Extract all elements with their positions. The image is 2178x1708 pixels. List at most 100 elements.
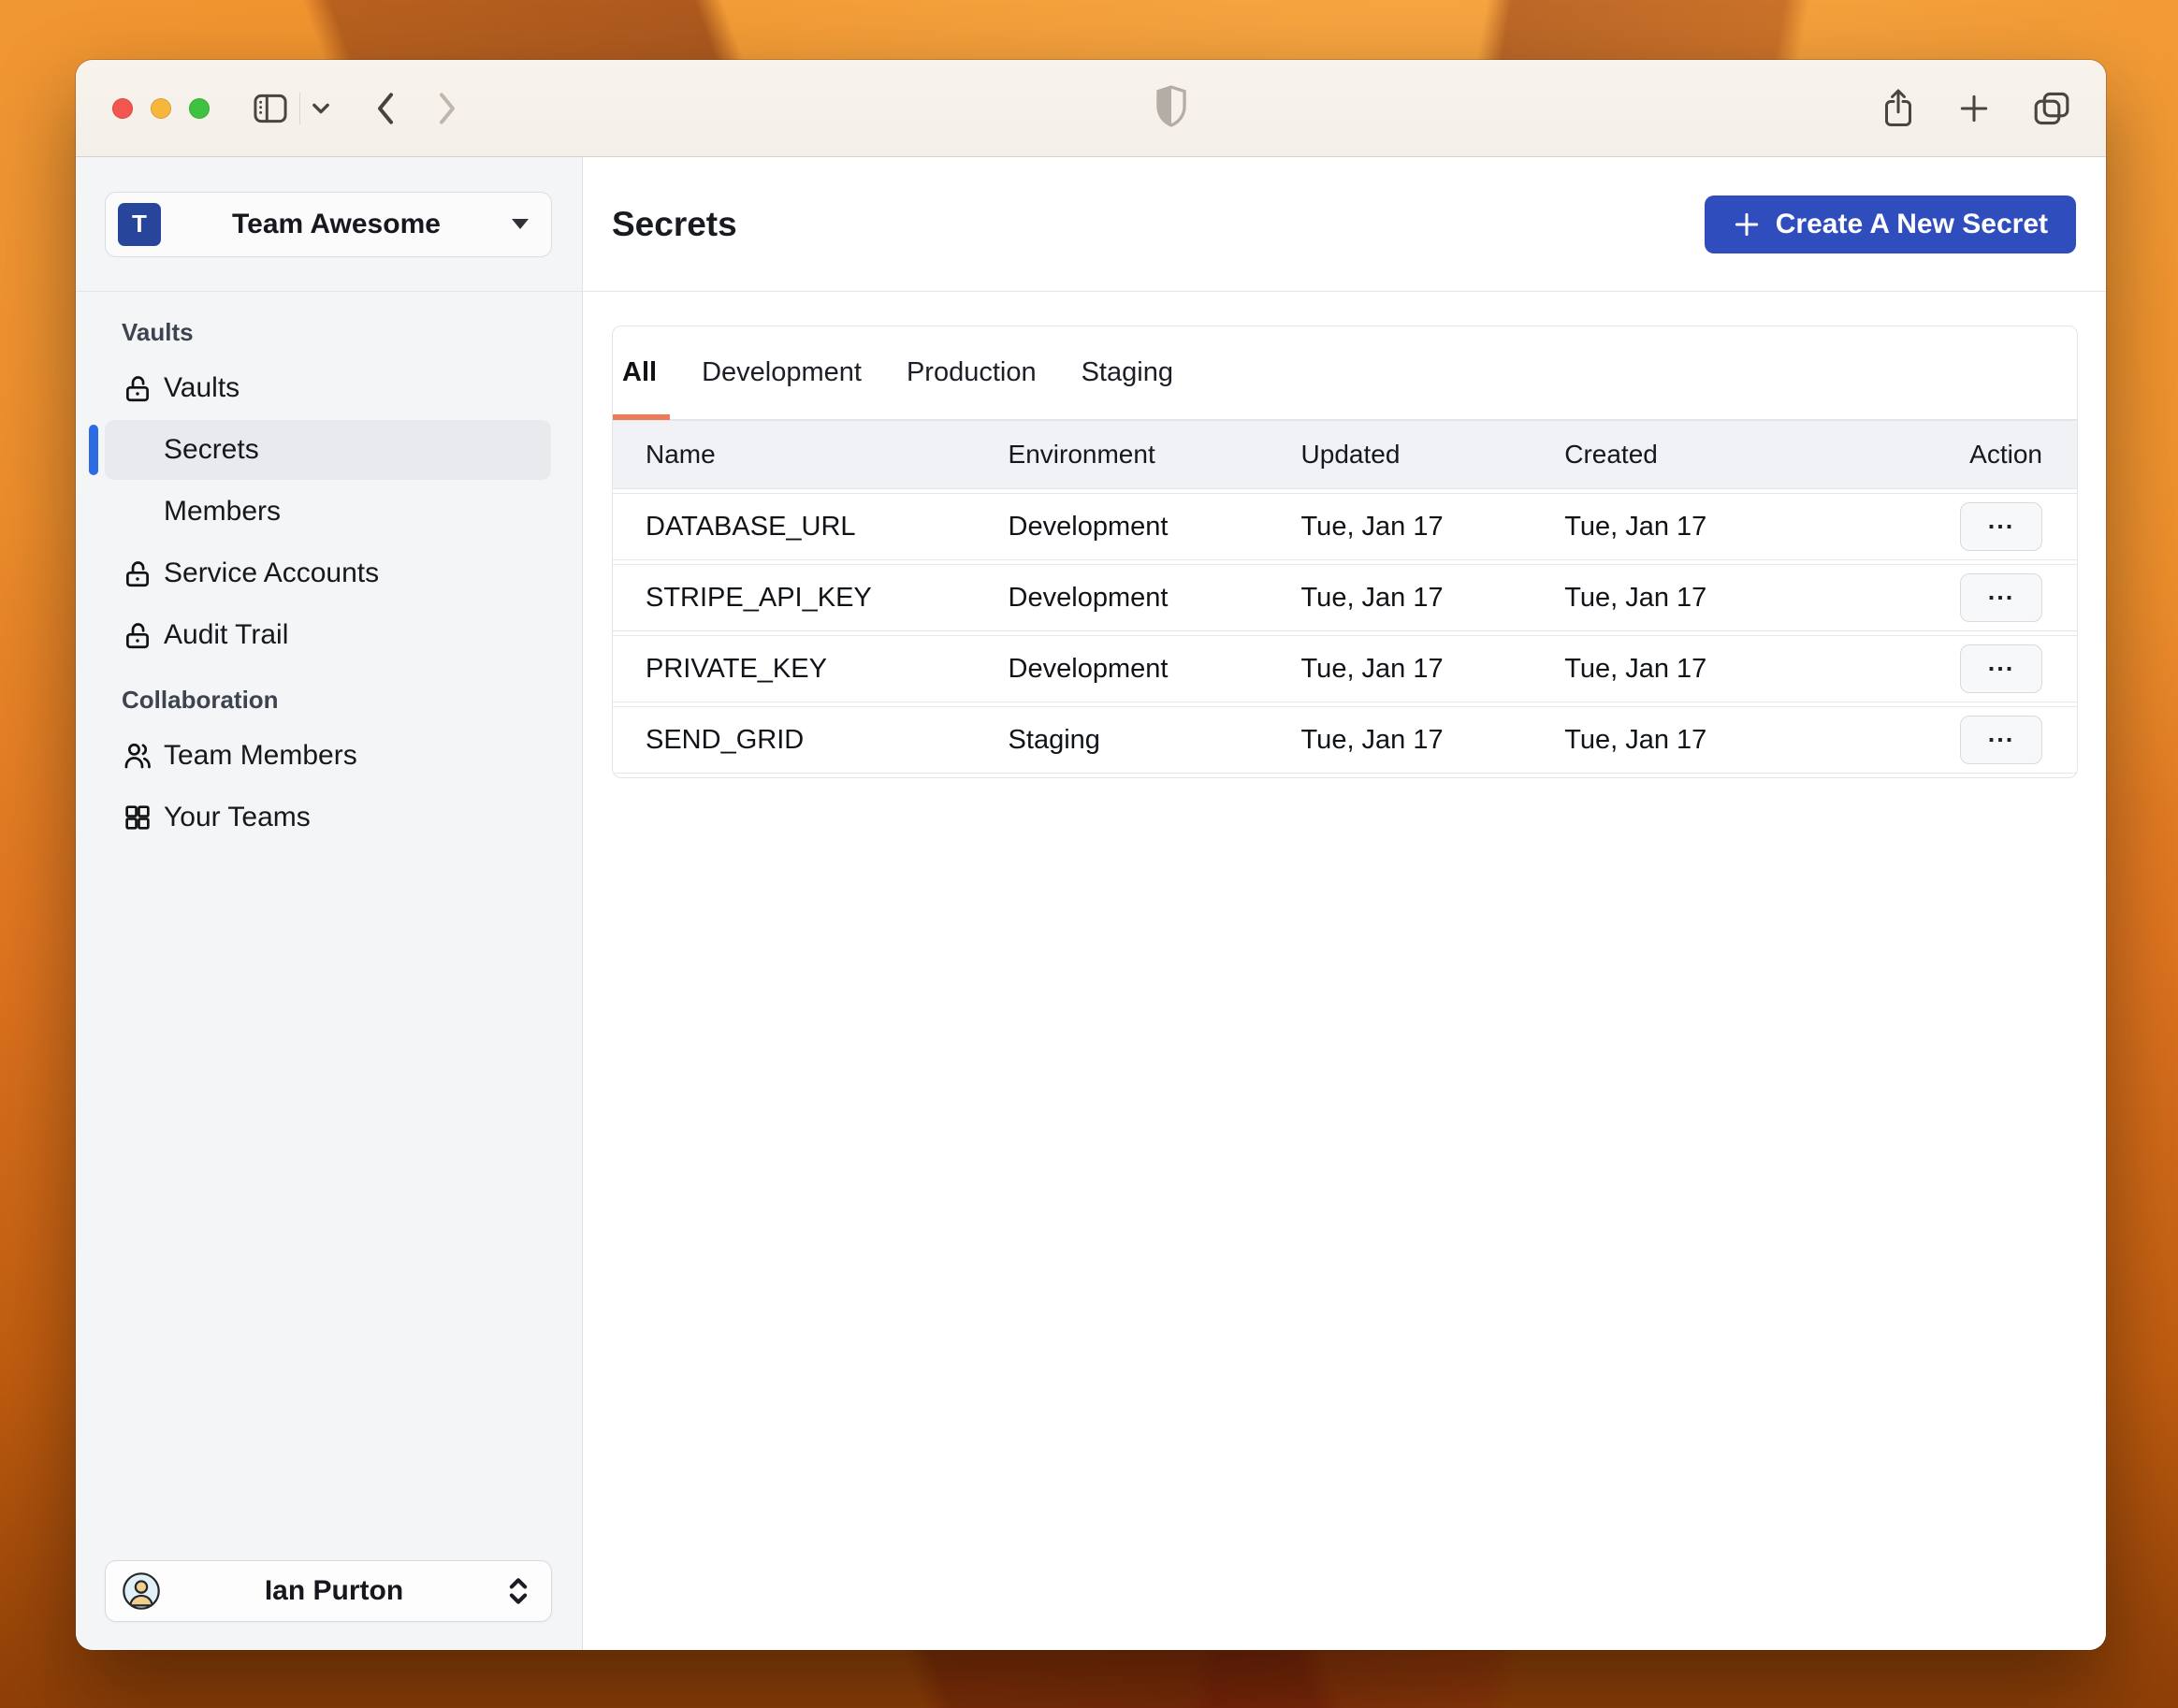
secret-created: Tue, Jan 17 — [1564, 564, 1887, 631]
content-area: All Development Production Staging Name … — [583, 292, 2106, 778]
main-header: Secrets Create A New Secret — [583, 157, 2106, 292]
secrets-table: Name Environment Updated Created Action … — [613, 416, 2077, 777]
secret-environment: Staging — [1008, 706, 1301, 774]
row-actions-button[interactable]: ... — [1960, 573, 2042, 622]
sidebar-nav: Vaults Vaults Secrets Members Service Ac… — [76, 292, 582, 849]
share-icon — [1885, 89, 1911, 126]
tab-staging[interactable]: Staging — [1068, 326, 1186, 419]
team-switcher[interactable]: T Team Awesome — [105, 191, 552, 257]
secret-created: Tue, Jan 17 — [1564, 493, 1887, 560]
tab-production[interactable]: Production — [893, 326, 1050, 419]
sidebar-item-members[interactable]: Members — [105, 482, 551, 542]
sidebar-toggle-button[interactable] — [251, 90, 290, 127]
new-tab-button[interactable] — [1956, 91, 1992, 126]
create-secret-button[interactable]: Create A New Secret — [1704, 195, 2076, 253]
ellipsis-icon: ... — [1987, 505, 2015, 534]
share-button[interactable] — [1880, 86, 1917, 131]
secret-name: DATABASE_URL — [613, 493, 1009, 560]
secret-name: PRIVATE_KEY — [613, 635, 1009, 702]
column-header-updated: Updated — [1300, 420, 1565, 489]
ellipsis-icon: ... — [1987, 718, 2015, 747]
sidebar-item-your-teams[interactable]: Your Teams — [105, 788, 551, 847]
row-actions-button[interactable]: ... — [1960, 502, 2042, 551]
chevron-left-icon — [378, 92, 393, 124]
grid-icon — [122, 802, 153, 833]
traffic-lights — [112, 97, 210, 119]
sidebar-item-audit-trail[interactable]: Audit Trail — [105, 605, 551, 665]
nav-section-label-collaboration: Collaboration — [122, 686, 279, 714]
sidebar-item-vaults[interactable]: Vaults — [105, 358, 551, 418]
nav-section-label-vaults: Vaults — [122, 318, 194, 346]
sidebar: T Team Awesome Vaults Vaults Secrets Mem… — [76, 157, 583, 1650]
back-button[interactable] — [373, 90, 398, 127]
sidebar-item-label: Vaults — [164, 372, 240, 403]
table-row: STRIPE_API_KEY Development Tue, Jan 17 T… — [613, 564, 2077, 631]
table-row: DATABASE_URL Development Tue, Jan 17 Tue… — [613, 493, 2077, 560]
page-title: Secrets — [612, 204, 737, 243]
titlebar — [76, 60, 2106, 157]
secret-created: Tue, Jan 17 — [1564, 706, 1887, 774]
team-name: Team Awesome — [232, 208, 441, 239]
secret-updated: Tue, Jan 17 — [1300, 635, 1565, 702]
sidebar-item-label: Secrets — [164, 434, 259, 465]
user-avatar-icon — [123, 1572, 160, 1610]
secret-created: Tue, Jan 17 — [1564, 635, 1887, 702]
table-row: PRIVATE_KEY Development Tue, Jan 17 Tue,… — [613, 635, 2077, 702]
sidebar-toggle-icon — [254, 94, 287, 123]
tab-overview-button[interactable] — [2031, 89, 2072, 128]
secret-environment: Development — [1008, 493, 1301, 560]
column-header-action: Action — [1886, 420, 2077, 489]
plus-icon — [1735, 212, 1758, 236]
sidebar-item-team-members[interactable]: Team Members — [105, 726, 551, 786]
table-row: SEND_GRID Staging Tue, Jan 17 Tue, Jan 1… — [613, 706, 2077, 774]
environment-tabs: All Development Production Staging — [613, 326, 2077, 420]
ellipsis-icon: ... — [1987, 647, 2015, 676]
secret-environment: Development — [1008, 564, 1301, 631]
column-header-environment: Environment — [1008, 420, 1301, 489]
column-header-created: Created — [1564, 420, 1887, 489]
secrets-card: All Development Production Staging Name … — [612, 326, 2078, 778]
fullscreen-window-button[interactable] — [189, 97, 210, 119]
secret-updated: Tue, Jan 17 — [1300, 706, 1565, 774]
main-panel: Secrets Create A New Secret All Developm… — [583, 157, 2106, 1650]
forward-button[interactable] — [435, 90, 459, 127]
ellipsis-icon: ... — [1987, 576, 2015, 605]
sidebar-item-label: Your Teams — [164, 802, 311, 832]
plus-icon — [1960, 94, 1988, 122]
chevron-right-icon — [440, 92, 455, 124]
caret-down-icon — [512, 219, 529, 229]
sidebar-item-label: Members — [164, 496, 282, 527]
column-header-name: Name — [613, 420, 1009, 489]
row-actions-button[interactable]: ... — [1960, 644, 2042, 693]
lock-open-icon — [122, 619, 153, 651]
secret-updated: Tue, Jan 17 — [1300, 564, 1565, 631]
tab-development[interactable]: Development — [689, 326, 875, 419]
row-actions-button[interactable]: ... — [1960, 716, 2042, 764]
toolbar-divider — [299, 92, 300, 124]
team-avatar: T — [118, 202, 161, 246]
sidebar-item-label: Audit Trail — [164, 619, 289, 650]
user-switcher[interactable]: Ian Purton — [105, 1560, 552, 1622]
sidebar-item-service-accounts[interactable]: Service Accounts — [105, 543, 551, 603]
lock-open-icon — [122, 372, 153, 404]
sidebar-item-label: Team Members — [164, 740, 357, 771]
shield-icon — [1156, 84, 1186, 127]
close-window-button[interactable] — [112, 97, 133, 119]
table-header-row: Name Environment Updated Created Action — [613, 420, 2077, 489]
team-section: T Team Awesome — [76, 157, 582, 292]
tabs-overview-icon — [2034, 92, 2069, 124]
sidebar-toggle-caret-button[interactable] — [310, 99, 332, 118]
users-icon — [122, 740, 153, 772]
secret-name: SEND_GRID — [613, 706, 1009, 774]
secret-name: STRIPE_API_KEY — [613, 564, 1009, 631]
app-window: T Team Awesome Vaults Vaults Secrets Mem… — [76, 60, 2106, 1650]
sidebar-item-label: Service Accounts — [164, 557, 380, 588]
secret-updated: Tue, Jan 17 — [1300, 493, 1565, 560]
create-secret-label: Create A New Secret — [1775, 208, 2048, 239]
minimize-window-button[interactable] — [151, 97, 171, 119]
sidebar-item-secrets[interactable]: Secrets — [89, 420, 551, 480]
tab-all[interactable]: All — [613, 326, 671, 420]
chevron-down-icon — [312, 103, 329, 113]
user-name: Ian Purton — [264, 1575, 404, 1606]
lock-open-icon — [122, 557, 153, 589]
